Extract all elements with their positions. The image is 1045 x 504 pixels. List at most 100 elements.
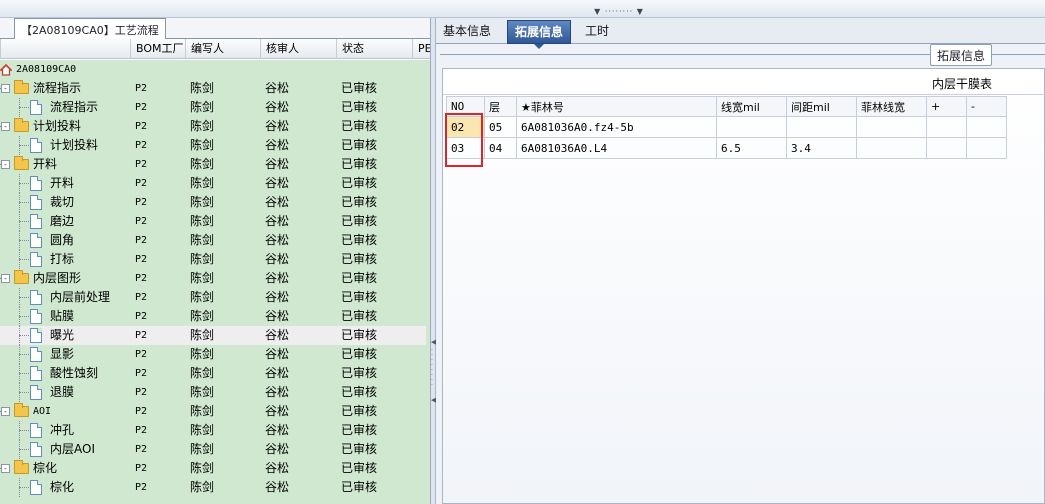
tree-row[interactable]: - 计划投料 P2 陈剑 谷松 已审核 <box>0 117 426 136</box>
col-header-status[interactable]: 状态 <box>336 39 412 59</box>
tree-row[interactable]: - AOI P2 陈剑 谷松 已审核 <box>0 402 426 421</box>
tree-row[interactable]: 内层前处理 P2 陈剑 谷松 已审核 <box>0 288 426 307</box>
cell-bom: P2 <box>135 482 148 493</box>
cell-reviewer: 谷松 <box>265 480 290 494</box>
cell-author: 陈剑 <box>190 404 215 418</box>
grid-cell-layer[interactable]: 05 <box>484 116 517 138</box>
cell-reviewer: 谷松 <box>265 233 290 247</box>
grid-cell-film-line-width[interactable] <box>856 137 927 159</box>
tree-node-label: 酸性蚀刻 <box>50 366 99 380</box>
tab-extended-info[interactable]: 拓展信息 <box>507 20 572 49</box>
grid-row[interactable]: 03 04 6A081036A0.L4 6.5 3.4 <box>446 137 1007 159</box>
grid-header-plus[interactable]: + <box>926 96 967 117</box>
expand-toggle-icon[interactable]: - <box>1 160 10 169</box>
grid-cell-plus[interactable] <box>926 116 967 138</box>
cell-status: 已审核 <box>341 442 378 456</box>
tree-root[interactable]: 2A08109CA0 <box>0 60 426 79</box>
cell-bom: P2 <box>135 330 148 341</box>
tree-node-label: AOI <box>33 406 52 417</box>
cell-status: 已审核 <box>341 423 378 437</box>
grid-header-film-line-width[interactable]: 菲林线宽 <box>856 96 927 117</box>
grid-cell-layer[interactable]: 04 <box>484 137 517 159</box>
tree-row[interactable]: 流程指示 P2 陈剑 谷松 已审核 <box>0 98 426 117</box>
tree-row[interactable]: 内层AOI P2 陈剑 谷松 已审核 <box>0 440 426 459</box>
tree-row[interactable]: - 开料 P2 陈剑 谷松 已审核 <box>0 155 426 174</box>
highlight-box <box>445 113 483 167</box>
cell-reviewer: 谷松 <box>265 328 290 342</box>
col-header-bom[interactable]: BOM工厂 <box>130 39 185 59</box>
col-header-name[interactable] <box>0 39 130 59</box>
cell-status: 已审核 <box>341 195 378 209</box>
cell-reviewer: 谷松 <box>265 214 290 228</box>
tree-node-label: 流程指示 <box>33 81 82 95</box>
grid-cell-line-width[interactable] <box>716 116 787 138</box>
tab-process-flow[interactable]: 【2A08109CA0】工艺流程 <box>14 18 166 40</box>
grid-cell-minus[interactable] <box>966 137 1007 159</box>
expand-toggle-icon[interactable]: - <box>1 122 10 131</box>
expand-toggle-icon[interactable]: - <box>1 407 10 416</box>
tree-row[interactable]: - 内层图形 P2 陈剑 谷松 已审核 <box>0 269 426 288</box>
expand-toggle-icon[interactable]: - <box>1 464 10 473</box>
grid-cell-spacing[interactable]: 3.4 <box>786 137 857 159</box>
grid-cell-plus[interactable] <box>926 137 967 159</box>
tree-row[interactable]: 酸性蚀刻 P2 陈剑 谷松 已审核 <box>0 364 426 383</box>
grid-header-layer[interactable]: 层 <box>484 96 517 117</box>
cell-status: 已审核 <box>341 480 378 494</box>
tree-row[interactable]: - 棕化 P2 陈剑 谷松 已审核 <box>0 459 426 478</box>
folder-icon <box>14 460 29 474</box>
cell-status: 已审核 <box>341 176 378 190</box>
grid-row[interactable]: 02 05 6A081036A0.fz4-5b <box>446 116 1007 138</box>
tree-row[interactable]: 开料 P2 陈剑 谷松 已审核 <box>0 174 426 193</box>
cell-reviewer: 谷松 <box>265 366 290 380</box>
cell-reviewer: 谷松 <box>265 442 290 456</box>
cell-bom: P2 <box>135 349 148 360</box>
tree-row[interactable]: 曝光 P2 陈剑 谷松 已审核 <box>0 326 426 345</box>
grid-header-film-no[interactable]: ★菲林号 <box>516 96 717 117</box>
expand-toggle-icon[interactable]: - <box>1 84 10 93</box>
grid-cell-film-no[interactable]: 6A081036A0.fz4-5b <box>516 116 717 138</box>
cell-author: 陈剑 <box>190 157 215 171</box>
tab-basic-info[interactable]: 基本信息 <box>436 20 498 44</box>
folder-icon <box>14 156 29 170</box>
document-icon <box>30 176 42 191</box>
cell-status: 已审核 <box>341 461 378 475</box>
cell-author: 陈剑 <box>190 176 215 190</box>
grid-cell-minus[interactable] <box>966 116 1007 138</box>
tab-work-hours[interactable]: 工时 <box>578 20 616 44</box>
cell-author: 陈剑 <box>190 442 215 456</box>
tree-row[interactable]: 棕化 P2 陈剑 谷松 已审核 <box>0 478 426 497</box>
document-icon <box>30 480 42 495</box>
tree-node-label: 退膜 <box>50 385 75 399</box>
grid-header-minus[interactable]: - <box>966 96 1007 117</box>
grid-cell-film-no[interactable]: 6A081036A0.L4 <box>516 137 717 159</box>
tree-row[interactable]: 贴膜 P2 陈剑 谷松 已审核 <box>0 307 426 326</box>
cell-reviewer: 谷松 <box>265 119 290 133</box>
tree-row[interactable]: 计划投料 P2 陈剑 谷松 已审核 <box>0 136 426 155</box>
cell-reviewer: 谷松 <box>265 290 290 304</box>
tree-row[interactable]: 圆角 P2 陈剑 谷松 已审核 <box>0 231 426 250</box>
detail-tab-bar: 基本信息 拓展信息 工时 <box>436 18 1045 49</box>
splitter-grip-icon[interactable]: ▼ ········ ▼ <box>588 8 650 16</box>
tree-row[interactable]: 裁切 P2 陈剑 谷松 已审核 <box>0 193 426 212</box>
col-header-author[interactable]: 编写人 <box>185 39 260 59</box>
col-header-pe[interactable]: PE <box>412 39 430 59</box>
tree-row[interactable]: 磨边 P2 陈剑 谷松 已审核 <box>0 212 426 231</box>
grid-cell-line-width[interactable]: 6.5 <box>716 137 787 159</box>
cell-status: 已审核 <box>341 214 378 228</box>
tree-row[interactable]: 显影 P2 陈剑 谷松 已审核 <box>0 345 426 364</box>
tree-row[interactable]: 打标 P2 陈剑 谷松 已审核 <box>0 250 426 269</box>
tree-node-label: 磨边 <box>50 214 75 228</box>
expand-toggle-icon[interactable]: - <box>1 274 10 283</box>
grid-header-line-width[interactable]: 线宽mil <box>716 96 787 117</box>
cell-author: 陈剑 <box>190 461 215 475</box>
tree-row[interactable]: 退膜 P2 陈剑 谷松 已审核 <box>0 383 426 402</box>
tree-row[interactable]: 冲孔 P2 陈剑 谷松 已审核 <box>0 421 426 440</box>
grid-caption: 内层干膜表 <box>932 77 993 91</box>
cell-reviewer: 谷松 <box>265 81 290 95</box>
grid-header-spacing[interactable]: 间距mil <box>786 96 857 117</box>
cell-status: 已审核 <box>341 366 378 380</box>
col-header-reviewer[interactable]: 核审人 <box>260 39 336 59</box>
grid-cell-spacing[interactable] <box>786 116 857 138</box>
grid-cell-film-line-width[interactable] <box>856 116 927 138</box>
tree-row[interactable]: - 流程指示 P2 陈剑 谷松 已审核 <box>0 79 426 98</box>
